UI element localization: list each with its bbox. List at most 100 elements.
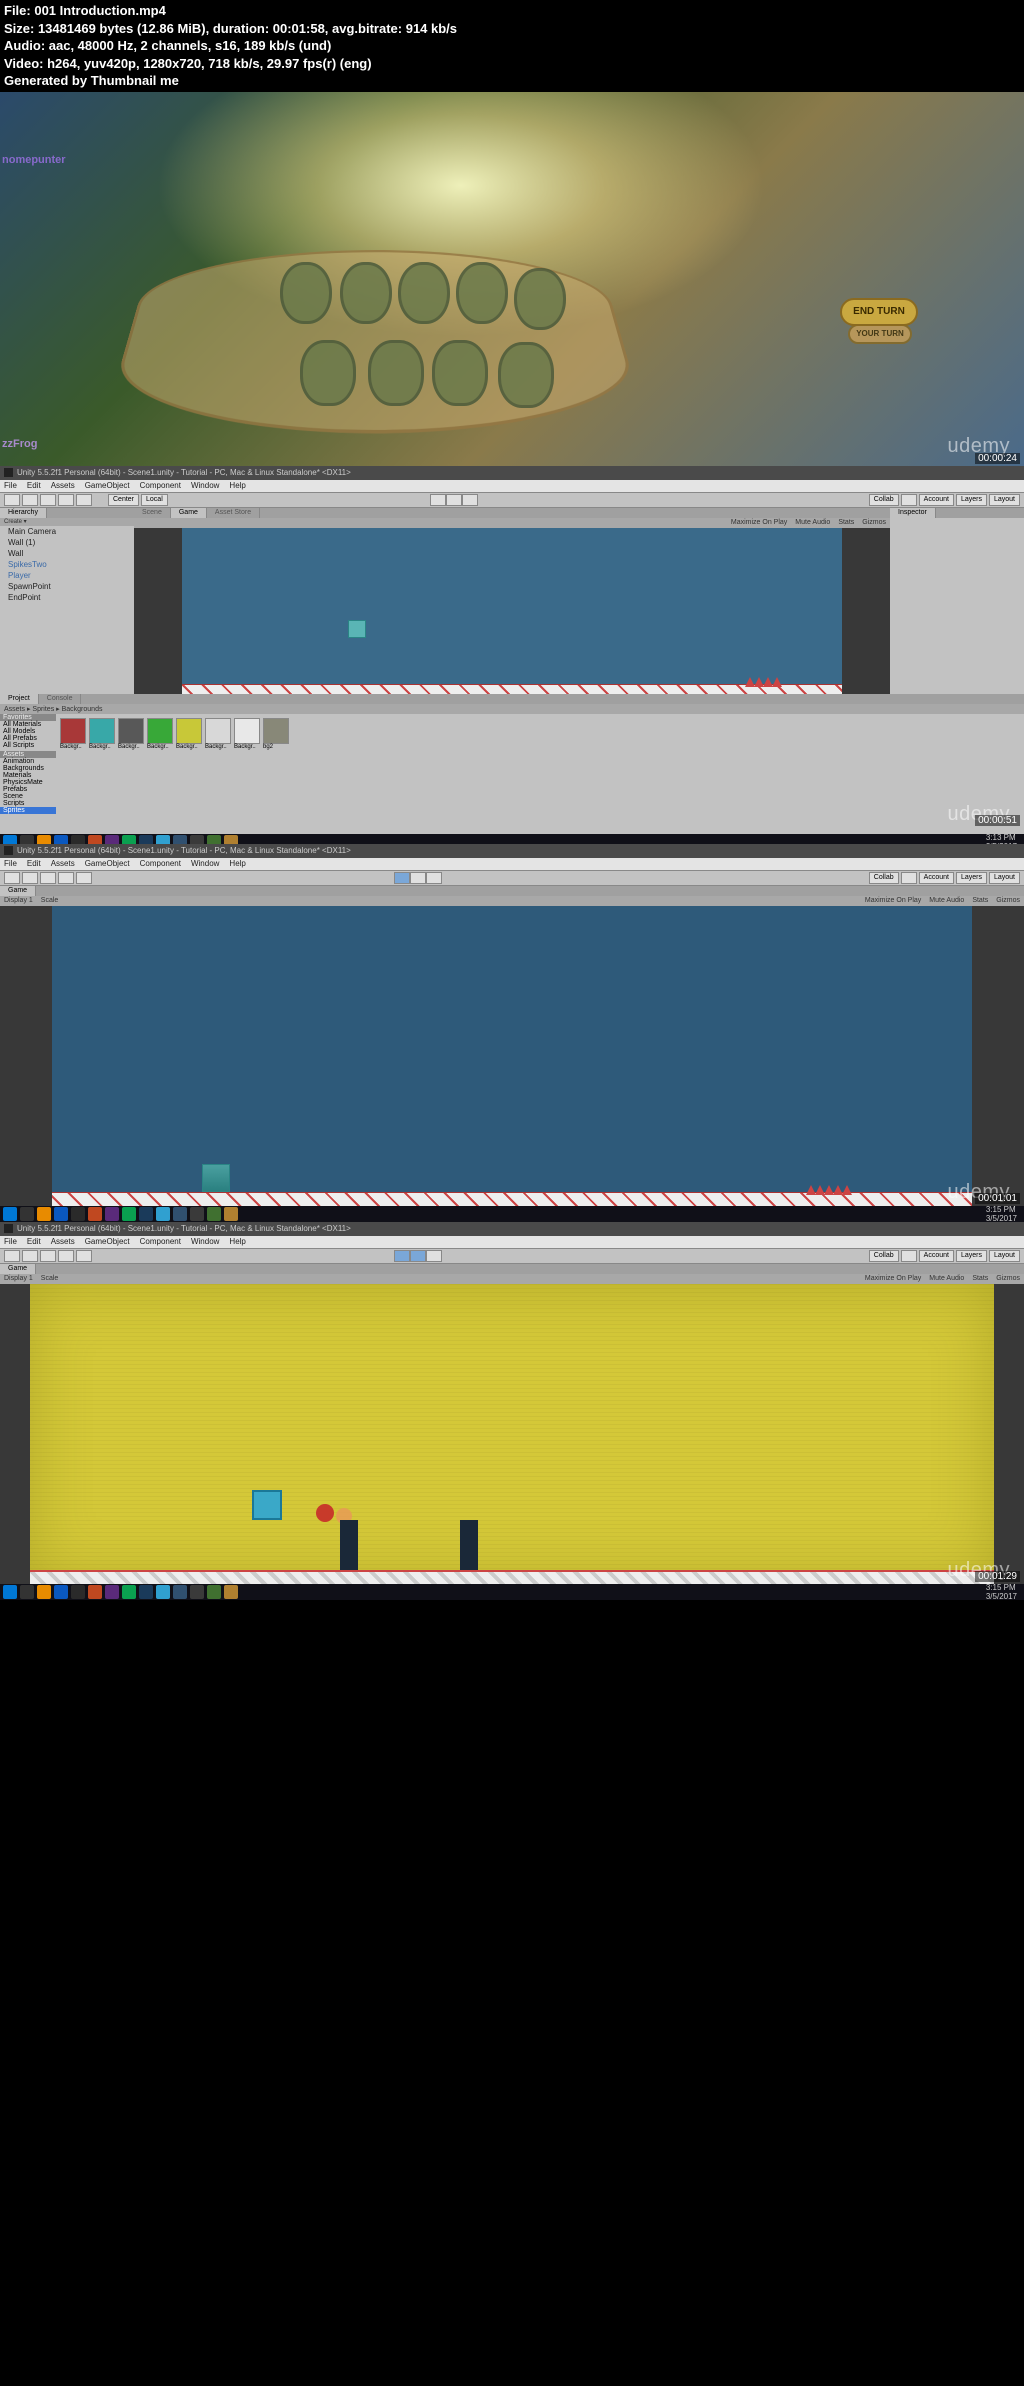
move-tool-icon[interactable] (22, 872, 38, 884)
menu-assets[interactable]: Assets (51, 481, 75, 490)
player-name: zzFrog (2, 438, 37, 450)
window-title: Unity 5.5.2f1 Personal (64bit) - Scene1.… (17, 468, 351, 477)
step-button-icon[interactable] (426, 1250, 442, 1262)
windows-taskbar[interactable]: 3:15 PM 3/5/2017 (0, 1584, 1024, 1600)
windows-taskbar[interactable]: 3:15 PM 3/5/2017 (0, 1206, 1024, 1222)
gizmos-toggle[interactable]: Gizmos (862, 519, 886, 526)
step-button-icon[interactable] (462, 494, 478, 506)
thumbnail-frame-3: Unity 5.5.2f1 Personal (64bit) - Scene1.… (0, 844, 1024, 1222)
play-button-icon[interactable] (394, 1250, 410, 1262)
project-tab[interactable]: Project (0, 694, 39, 704)
thumbnail-frame-1: nomepunter END TURN YOUR TURN zzFrog ude… (0, 92, 1024, 466)
menu-component[interactable]: Component (140, 481, 181, 490)
play-button-icon[interactable] (394, 872, 410, 884)
player-cube (202, 1164, 230, 1192)
hierarchy-tab[interactable]: Hierarchy (0, 508, 47, 518)
hand-tool-icon[interactable] (4, 494, 20, 506)
display-dropdown[interactable]: Display 1 (4, 897, 33, 904)
taskbar-clock[interactable]: 3:15 PM 3/5/2017 (986, 1583, 1021, 1601)
cloud-icon[interactable] (901, 494, 917, 506)
game-tab[interactable]: Game (0, 1264, 36, 1274)
obstacle-pillar (460, 1520, 478, 1570)
rect-tool-icon[interactable] (76, 872, 92, 884)
hand-tool-icon[interactable] (4, 872, 20, 884)
file-line: File: 001 Introduction.mp4 (4, 2, 1020, 20)
pause-button-icon[interactable] (410, 1250, 426, 1262)
project-panel: Favorites All Materials All Models All P… (0, 714, 1024, 834)
menu-window[interactable]: Window (191, 481, 219, 490)
game-view-maximized (0, 906, 1024, 1206)
menu-file[interactable]: File (4, 481, 17, 490)
pivot-center-toggle[interactable]: Center (108, 494, 139, 506)
menu-bar[interactable]: File Edit Assets GameObject Component Wi… (0, 480, 1024, 492)
asset-store-tab[interactable]: Asset Store (207, 508, 260, 518)
maximize-toggle[interactable]: Maximize On Play (731, 519, 787, 526)
move-tool-icon[interactable] (22, 494, 38, 506)
thumbnail-frame-4: Unity 5.5.2f1 Personal (64bit) - Scene1.… (0, 1222, 1024, 1600)
pause-button-icon[interactable] (410, 872, 426, 884)
main-toolbar: Collab Account Layers Layout (0, 870, 1024, 886)
video-metadata-header: File: 001 Introduction.mp4 Size: 1348146… (0, 0, 1024, 92)
rotate-tool-icon[interactable] (40, 494, 56, 506)
collab-dropdown[interactable]: Collab (869, 494, 899, 506)
scale-tool-icon[interactable] (58, 494, 74, 506)
opponent-name: nomepunter (2, 154, 66, 166)
stats-toggle[interactable]: Stats (838, 519, 854, 526)
hierarchy-item[interactable]: Main Camera (0, 526, 134, 537)
layout-dropdown[interactable]: Layout (989, 494, 1020, 506)
game-view (134, 528, 890, 694)
asset-grid[interactable]: Backgr.. Backgr.. Backgr.. Backgr.. Back… (56, 714, 1024, 834)
scale-label: Scale (41, 897, 59, 904)
unity-logo-icon (4, 468, 13, 477)
layers-dropdown[interactable]: Layers (956, 494, 987, 506)
rect-tool-icon[interactable] (76, 494, 92, 506)
inspector-tab[interactable]: Inspector (890, 508, 936, 518)
frame-timestamp: 00:01:01 (975, 1193, 1020, 1204)
pivot-local-toggle[interactable]: Local (141, 494, 168, 506)
thumbnail-frame-2: Unity 5.5.2f1 Personal (64bit) - Scene1.… (0, 466, 1024, 844)
menu-edit[interactable]: Edit (27, 481, 41, 490)
account-dropdown[interactable]: Account (919, 494, 954, 506)
video-line: Video: h264, yuv420p, 1280x720, 718 kb/s… (4, 55, 1020, 73)
frame-timestamp: 00:00:24 (975, 453, 1020, 464)
floor (30, 1570, 994, 1584)
scene-tab[interactable]: Scene (134, 508, 171, 518)
hierarchy-item[interactable]: EndPoint (0, 592, 134, 603)
console-tab[interactable]: Console (39, 694, 82, 704)
hierarchy-item[interactable]: Wall (0, 548, 134, 559)
inspector-panel: Inspector (890, 508, 1024, 694)
unity-logo-icon (4, 846, 13, 855)
game-tab[interactable]: Game (0, 886, 36, 896)
your-turn-label: YOUR TURN (848, 324, 912, 344)
menu-help[interactable]: Help (229, 481, 245, 490)
scale-tool-icon[interactable] (58, 872, 74, 884)
window-titlebar: Unity 5.5.2f1 Personal (64bit) - Scene1.… (0, 844, 1024, 858)
frame-timestamp: 00:01:29 (975, 1571, 1020, 1582)
hierarchy-item[interactable]: SpikesTwo (0, 559, 134, 570)
hierarchy-panel: Hierarchy Create ▾ Main Camera Wall (1) … (0, 508, 134, 694)
menu-gameobject[interactable]: GameObject (85, 481, 130, 490)
project-breadcrumb: Assets ▸ Sprites ▸ Backgrounds (0, 704, 1024, 714)
hierarchy-item[interactable]: Player (0, 570, 134, 581)
size-line: Size: 13481469 bytes (12.86 MiB), durati… (4, 20, 1020, 38)
rotate-tool-icon[interactable] (40, 872, 56, 884)
menu-bar[interactable]: File Edit Assets GameObject Component Wi… (0, 858, 1024, 870)
generated-line: Generated by Thumbnail me (4, 72, 1020, 90)
step-button-icon[interactable] (426, 872, 442, 884)
player-cube (252, 1490, 282, 1520)
mute-toggle[interactable]: Mute Audio (795, 519, 830, 526)
project-tree[interactable]: Favorites All Materials All Models All P… (0, 714, 56, 834)
main-toolbar: Center Local Collab Account Layers Layou… (0, 492, 1024, 508)
hierarchy-item[interactable]: Wall (1) (0, 537, 134, 548)
taskbar-clock[interactable]: 3:15 PM 3/5/2017 (986, 1205, 1021, 1223)
hierarchy-item[interactable]: SpawnPoint (0, 581, 134, 592)
play-button-icon[interactable] (430, 494, 446, 506)
end-turn-button[interactable]: END TURN (840, 298, 918, 326)
game-tab[interactable]: Game (171, 508, 207, 518)
game-view-yellow (30, 1284, 994, 1584)
red-ball (316, 1504, 334, 1522)
frame-timestamp: 00:00:51 (975, 815, 1020, 826)
pause-button-icon[interactable] (446, 494, 462, 506)
obstacle-pillar (340, 1520, 358, 1570)
player-cube (348, 620, 366, 638)
